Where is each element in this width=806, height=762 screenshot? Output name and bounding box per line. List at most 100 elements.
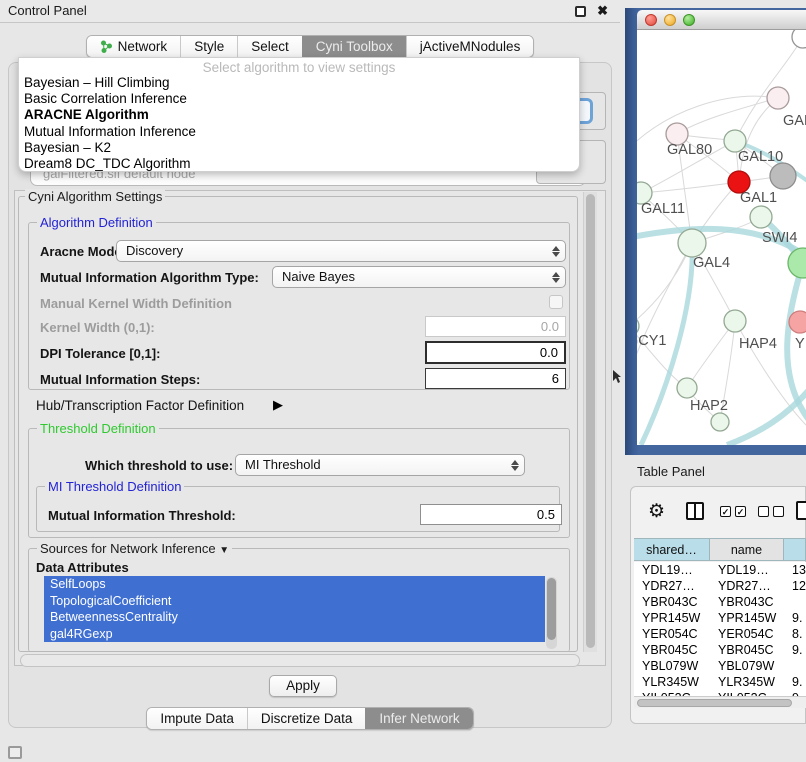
table-cell: YBL079W bbox=[634, 658, 710, 674]
tab-discretize-data[interactable]: Discretize Data bbox=[247, 708, 366, 729]
kernel-width-label: Kernel Width (0,1): bbox=[40, 320, 155, 335]
float-panel-icon[interactable] bbox=[575, 6, 586, 17]
table-row[interactable]: YBR043CYBR043C bbox=[634, 594, 806, 610]
table-column-header[interactable] bbox=[784, 539, 806, 560]
tab-label: Select bbox=[251, 36, 289, 58]
kernel-width-field[interactable]: 0.0 bbox=[425, 316, 566, 337]
group-title: Cyni Algorithm Settings bbox=[25, 189, 165, 204]
algorithm-dropdown-item[interactable]: Mutual Information Inference bbox=[19, 124, 579, 140]
table-horizontal-scrollbar[interactable] bbox=[634, 696, 806, 708]
app-root: Control Panel ✖ Network Style Select Cyni T… bbox=[0, 0, 806, 762]
attribute-list-item[interactable]: BetweennessCentrality bbox=[44, 609, 545, 626]
algorithm-dropdown-item[interactable]: Dream8 DC_TDC Algorithm bbox=[19, 156, 579, 172]
algorithm-dropdown-popup: Select algorithm to view settings Bayesi… bbox=[18, 57, 580, 172]
table-cell: YLR345W bbox=[710, 674, 784, 690]
minimize-window-icon[interactable] bbox=[664, 14, 676, 26]
network-node-gal[interactable] bbox=[767, 87, 789, 109]
table-row[interactable]: YLR345WYLR345W9. bbox=[634, 674, 806, 690]
hub-expand-arrow-icon[interactable]: ▶ bbox=[273, 397, 283, 413]
mi-threshold-field[interactable]: 0.5 bbox=[420, 504, 562, 525]
combo-stepper-icon bbox=[550, 270, 561, 285]
collapse-arrow-icon[interactable]: ▼ bbox=[219, 545, 229, 556]
algorithm-dropdown-item[interactable]: Basic Correlation Inference bbox=[19, 91, 579, 107]
attribute-list-item[interactable]: TopologicalCoefficient bbox=[44, 593, 545, 610]
collapsed-panel-icon[interactable] bbox=[8, 746, 22, 759]
mi-algorithm-type-combobox[interactable]: Naive Bayes bbox=[272, 266, 566, 288]
deselect-all-checkbox-icon[interactable] bbox=[758, 506, 769, 517]
export-table-icon[interactable] bbox=[796, 501, 806, 520]
table-row[interactable]: YBL079WYBL079W bbox=[634, 658, 806, 674]
table-row[interactable]: YER054CYER054C8. bbox=[634, 626, 806, 642]
table-row[interactable]: YBR045CYBR045C9. bbox=[634, 642, 806, 658]
network-node-hap4[interactable] bbox=[724, 310, 746, 332]
network-view-window: GALGAL80GAL10GAL1GAL11SWI4GAL4GCY1HAP4YH… bbox=[637, 10, 806, 445]
mi-steps-field[interactable]: 6 bbox=[425, 368, 566, 389]
control-panel-titlebar: Control Panel ✖ bbox=[0, 0, 620, 23]
apply-button[interactable]: Apply bbox=[269, 675, 337, 697]
algorithm-dropdown-item[interactable]: Bayesian – Hill Climbing bbox=[19, 75, 579, 91]
table-cell: YLR345W bbox=[634, 674, 710, 690]
attributes-scrollbar[interactable] bbox=[546, 577, 557, 649]
network-icon bbox=[100, 40, 113, 53]
table-column-header[interactable]: shared… bbox=[634, 539, 710, 560]
which-threshold-value: MI Threshold bbox=[245, 457, 321, 472]
network-node-hap2[interactable] bbox=[677, 378, 697, 398]
network-node[interactable] bbox=[770, 163, 796, 189]
table-column-header[interactable]: name bbox=[710, 539, 784, 560]
close-window-icon[interactable] bbox=[645, 14, 657, 26]
tab-jactivemnodules[interactable]: jActiveMNodules bbox=[406, 36, 534, 57]
maximize-window-icon[interactable] bbox=[683, 14, 695, 26]
tab-label: Network bbox=[118, 36, 168, 58]
table-cell: YBL079W bbox=[710, 658, 784, 674]
algorithm-dropdown-item[interactable]: Bayesian – K2 bbox=[19, 140, 579, 156]
tab-network[interactable]: Network bbox=[87, 36, 181, 57]
network-node[interactable] bbox=[711, 413, 729, 431]
tab-select[interactable]: Select bbox=[237, 36, 302, 57]
network-node[interactable] bbox=[792, 30, 806, 48]
tab-infer-network[interactable]: Infer Network bbox=[365, 708, 472, 729]
aracne-mode-label: Aracne Mode: bbox=[40, 244, 126, 259]
data-attributes-list[interactable]: SelfLoopsTopologicalCoefficientBetweenne… bbox=[44, 576, 545, 650]
network-selector-combo-partial[interactable]: galFiltered.sif default node bbox=[30, 172, 586, 186]
table-cell: 8. bbox=[784, 626, 806, 642]
select-all-checkbox-icon[interactable]: ✓ bbox=[720, 506, 731, 517]
network-node-label: GCY1 bbox=[637, 333, 667, 349]
settings-horizontal-scrollbar[interactable] bbox=[20, 654, 580, 667]
close-panel-icon[interactable]: ✖ bbox=[597, 3, 608, 19]
mi-threshold-group-title: MI Threshold Definition bbox=[45, 479, 184, 494]
network-node-label: Y bbox=[795, 336, 805, 352]
scrollbar-thumb[interactable] bbox=[547, 578, 556, 640]
table-settings-gear-icon[interactable]: ⚙ bbox=[648, 500, 665, 523]
which-threshold-combobox[interactable]: MI Threshold bbox=[235, 454, 525, 476]
network-node-y[interactable] bbox=[789, 311, 806, 333]
aracne-mode-value: Discovery bbox=[126, 243, 183, 258]
select-all-checkbox-icon-2[interactable]: ✓ bbox=[735, 506, 746, 517]
scrollbar-thumb[interactable] bbox=[586, 194, 595, 648]
algorithm-dropdown-item[interactable]: ARACNE Algorithm bbox=[19, 107, 579, 123]
table-row[interactable]: YPR145WYPR145W9. bbox=[634, 610, 806, 626]
network-node-gal4[interactable] bbox=[678, 229, 706, 257]
column-visibility-icon[interactable] bbox=[686, 502, 704, 520]
algorithm-dropdown-prompt: Select algorithm to view settings bbox=[19, 58, 579, 75]
table-cell: YER054C bbox=[634, 626, 710, 642]
network-window-titlebar[interactable] bbox=[637, 10, 806, 30]
attribute-list-item[interactable]: SelfLoops bbox=[44, 576, 545, 593]
table-row[interactable]: YDL19…YDL19…13 bbox=[634, 562, 806, 578]
tab-cyni-toolbox[interactable]: Cyni Toolbox bbox=[302, 36, 406, 57]
dpi-tolerance-field[interactable]: 0.0 bbox=[425, 341, 566, 364]
tab-impute-data[interactable]: Impute Data bbox=[147, 708, 247, 729]
settings-vertical-scrollbar[interactable] bbox=[583, 192, 597, 652]
mi-type-value: Naive Bayes bbox=[282, 269, 355, 284]
aracne-mode-combobox[interactable]: Discovery bbox=[116, 240, 566, 262]
network-node[interactable] bbox=[788, 248, 806, 278]
tab-style[interactable]: Style bbox=[180, 36, 237, 57]
attribute-list-item[interactable]: gal4RGexp bbox=[44, 626, 545, 643]
table-cell: 9. bbox=[784, 610, 806, 626]
table-cell: YBR043C bbox=[634, 594, 710, 610]
scrollbar-thumb[interactable] bbox=[637, 699, 792, 707]
deselect-all-checkbox-icon-2[interactable] bbox=[773, 506, 784, 517]
table-row[interactable]: YDR27…YDR27…12 bbox=[634, 578, 806, 594]
network-node-swi4[interactable] bbox=[750, 206, 772, 228]
network-canvas[interactable]: GALGAL80GAL10GAL1GAL11SWI4GAL4GCY1HAP4YH… bbox=[637, 30, 806, 445]
manual-kernel-checkbox[interactable] bbox=[549, 295, 563, 309]
